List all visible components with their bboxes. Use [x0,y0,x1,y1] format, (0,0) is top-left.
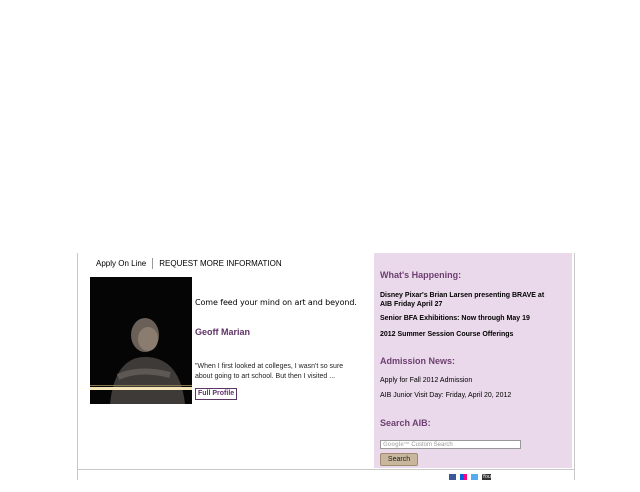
student-photo [90,277,192,404]
search-button[interactable]: Search [380,453,418,466]
facebook-icon[interactable] [449,474,456,480]
happening-item-bfa[interactable]: Senior BFA Exhibitions: Now through May … [380,315,530,322]
link-divider [152,258,154,269]
search-placeholder: Custom Search [411,442,453,448]
footer-divider [77,469,574,470]
search-input[interactable]: Google™ Custom Search [380,440,521,449]
top-links: Apply On Line REQUEST MORE INFORMATION [96,258,282,269]
whats-happening-heading: What's Happening: [380,270,462,280]
apply-online-link[interactable]: Apply On Line [96,259,146,268]
youtube-icon[interactable]: You [482,474,491,480]
tagline: Come feed your mind on art and beyond. [195,298,357,307]
admission-item-visit[interactable]: AIB Junior Visit Day: Friday, April 20, … [380,392,511,399]
social-links: You [449,474,495,480]
sidebar: What's Happening: Disney Pixar's Brian L… [374,253,572,468]
google-logo: Google™ [383,442,410,448]
admission-news-heading: Admission News: [380,356,456,366]
student-name-link[interactable]: Geoff Marian [195,327,250,337]
twitter-icon[interactable] [471,474,478,480]
student-quote: "When I first looked at colleges, I wasn… [195,363,344,380]
happening-item-summer[interactable]: 2012 Summer Session Course Offerings [380,331,513,338]
happening-item-pixar[interactable]: Disney Pixar's Brian Larsen presenting B… [380,291,550,309]
search-heading: Search AIB: [380,418,431,428]
admission-item-apply[interactable]: Apply for Fall 2012 Admission [380,377,472,384]
request-info-link[interactable]: REQUEST MORE INFORMATION [159,259,281,268]
flickr-icon[interactable] [460,474,467,480]
full-profile-button[interactable]: Full Profile [195,388,238,400]
